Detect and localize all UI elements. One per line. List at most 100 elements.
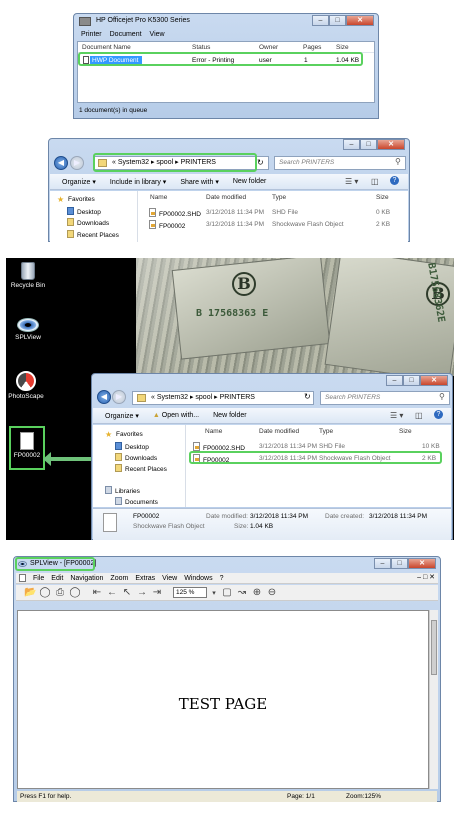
print-queue-titlebar[interactable]: HP Officejet Pro K5300 Series – □ ✕ <box>74 14 378 30</box>
vertical-scrollbar[interactable] <box>429 610 438 789</box>
desktop-icon-recycle-bin[interactable]: Recycle Bin <box>6 262 50 289</box>
nav-desktop[interactable]: Desktop <box>67 207 101 216</box>
col-name[interactable]: Name <box>205 428 222 435</box>
close-button[interactable]: ✕ <box>377 139 405 150</box>
preview-pane-icon[interactable]: ◫ <box>415 411 423 420</box>
measure-icon[interactable]: ↝ <box>236 587 248 598</box>
menu-zoom[interactable]: Zoom <box>110 575 128 582</box>
col-name[interactable]: Name <box>150 194 167 201</box>
help-icon[interactable]: ? <box>390 176 399 185</box>
scrollbar-thumb[interactable] <box>431 620 437 675</box>
search-icon[interactable]: ⚲ <box>439 392 445 401</box>
col-status[interactable]: Status <box>192 44 210 51</box>
view-options-icon[interactable]: ☰ ▾ <box>390 411 403 420</box>
save-icon[interactable]: ◯ <box>39 587 51 598</box>
breadcrumb-spool[interactable]: spool <box>195 394 212 401</box>
maximize-button[interactable]: □ <box>391 558 408 569</box>
nav-desktop[interactable]: Desktop <box>115 442 149 451</box>
col-owner[interactable]: Owner <box>259 44 278 51</box>
refresh-icon[interactable]: ↻ <box>304 392 311 401</box>
zoom-out-icon[interactable]: ⊖ <box>266 587 278 598</box>
back-button[interactable]: ◀ <box>54 156 68 170</box>
forward-button[interactable]: ▶ <box>112 390 126 404</box>
col-date-modified[interactable]: Date modified <box>206 194 246 201</box>
desktop-icon-splview[interactable]: SPLView <box>6 318 50 341</box>
close-button[interactable]: ✕ <box>346 15 374 26</box>
next-page-icon[interactable]: → <box>136 587 148 598</box>
menu-edit[interactable]: Edit <box>51 575 63 582</box>
organize-button[interactable]: Organize ▾ <box>105 412 139 420</box>
nav-recent-places[interactable]: Recent Places <box>115 464 167 473</box>
pointer-icon[interactable]: ↖ <box>121 587 133 598</box>
breadcrumb-sep[interactable]: ▸ <box>214 394 218 401</box>
col-type[interactable]: Type <box>272 194 286 201</box>
col-pages[interactable]: Pages <box>303 44 321 51</box>
view-options-icon[interactable]: ☰ ▾ <box>345 177 358 186</box>
forward-button[interactable]: ▶ <box>70 156 84 170</box>
col-size[interactable]: Size <box>376 194 389 201</box>
new-folder-button[interactable]: New folder <box>213 412 246 419</box>
organize-button[interactable]: Organize ▾ <box>62 178 96 186</box>
nav-favorites[interactable]: ★ Favorites <box>105 431 143 439</box>
close-button[interactable]: ✕ <box>408 558 436 569</box>
menu-navigation[interactable]: Navigation <box>70 575 103 582</box>
search-input[interactable]: Search PRINTERS <box>274 156 406 170</box>
col-size[interactable]: Size <box>399 428 412 435</box>
print-icon[interactable]: ⎙ <box>54 587 66 598</box>
breadcrumb-printers[interactable]: PRINTERS <box>220 394 255 401</box>
open-with-button[interactable]: ▲ Open with... <box>153 412 199 419</box>
back-button[interactable]: ◀ <box>97 390 111 404</box>
open-icon[interactable]: 📂 <box>24 587 36 598</box>
page-icon[interactable]: ▢ <box>221 587 233 598</box>
toolbar-icons: 📂 ◯ ⎙ ◯ ⇤ ← ↖ → ⇥ 125 % ▾ ▢ ↝ ⊕ ⊖ <box>24 587 278 598</box>
col-size[interactable]: Size <box>336 44 349 51</box>
search-input[interactable]: Search PRINTERS <box>320 391 450 405</box>
breadcrumb-sep[interactable]: ▸ <box>190 394 194 401</box>
menu-extras[interactable]: Extras <box>135 575 155 582</box>
nav-downloads[interactable]: Downloads <box>115 453 157 462</box>
export-icon[interactable]: ◯ <box>69 587 81 598</box>
menu-view[interactable]: View <box>150 31 165 38</box>
refresh-icon[interactable]: ↻ <box>257 158 264 167</box>
minimize-button[interactable]: – <box>386 375 403 386</box>
menu-help[interactable]: ? <box>220 575 224 582</box>
search-icon[interactable]: ⚲ <box>395 157 401 166</box>
breadcrumb-chevron[interactable]: « <box>151 394 155 401</box>
last-page-icon[interactable]: ⇥ <box>151 587 163 598</box>
menu-windows[interactable]: Windows <box>184 575 212 582</box>
maximize-button[interactable]: □ <box>329 15 346 26</box>
help-icon[interactable]: ? <box>434 410 443 419</box>
maximize-button[interactable]: □ <box>360 139 377 150</box>
nav-recent-places[interactable]: Recent Places <box>67 230 119 239</box>
col-document-name[interactable]: Document Name <box>82 44 131 51</box>
zoom-in-icon[interactable]: ⊕ <box>251 587 263 598</box>
minimize-button[interactable]: – <box>343 139 360 150</box>
desktop-icon-photoscape[interactable]: PhotoScape <box>6 371 48 400</box>
nav-downloads[interactable]: Downloads <box>67 218 109 227</box>
nav-libraries[interactable]: Libraries <box>105 486 140 495</box>
first-page-icon[interactable]: ⇤ <box>91 587 103 598</box>
zoom-select[interactable]: 125 % <box>173 587 207 598</box>
new-folder-button[interactable]: New folder <box>233 178 266 185</box>
desktop-file-fp00002[interactable]: FP00002 <box>9 426 45 470</box>
maximize-button[interactable]: □ <box>403 375 420 386</box>
menu-view[interactable]: View <box>162 575 177 582</box>
menu-printer[interactable]: Printer <box>81 31 102 38</box>
mdi-controls[interactable]: – □ ✕ <box>417 573 435 581</box>
prev-page-icon[interactable]: ← <box>106 587 118 598</box>
include-library-button[interactable]: Include in library ▾ <box>110 178 166 186</box>
menu-document[interactable]: Document <box>110 31 142 38</box>
menu-file[interactable]: File <box>33 575 44 582</box>
preview-pane-icon[interactable]: ◫ <box>371 177 379 186</box>
nav-documents[interactable]: Documents <box>115 497 158 506</box>
col-type[interactable]: Type <box>319 428 333 435</box>
nav-favorites[interactable]: ★ Favorites <box>57 196 95 204</box>
chevron-down-icon[interactable]: ▾ <box>210 589 218 597</box>
breadcrumb-system32[interactable]: System32 <box>157 394 188 401</box>
col-date-modified[interactable]: Date modified <box>259 428 299 435</box>
minimize-button[interactable]: – <box>374 558 391 569</box>
share-with-button[interactable]: Share with ▾ <box>180 178 219 186</box>
minimize-button[interactable]: – <box>312 15 329 26</box>
close-button[interactable]: ✕ <box>420 375 448 386</box>
address-bar[interactable]: « System32 ▸ spool ▸ PRINTERS <box>132 391 314 405</box>
